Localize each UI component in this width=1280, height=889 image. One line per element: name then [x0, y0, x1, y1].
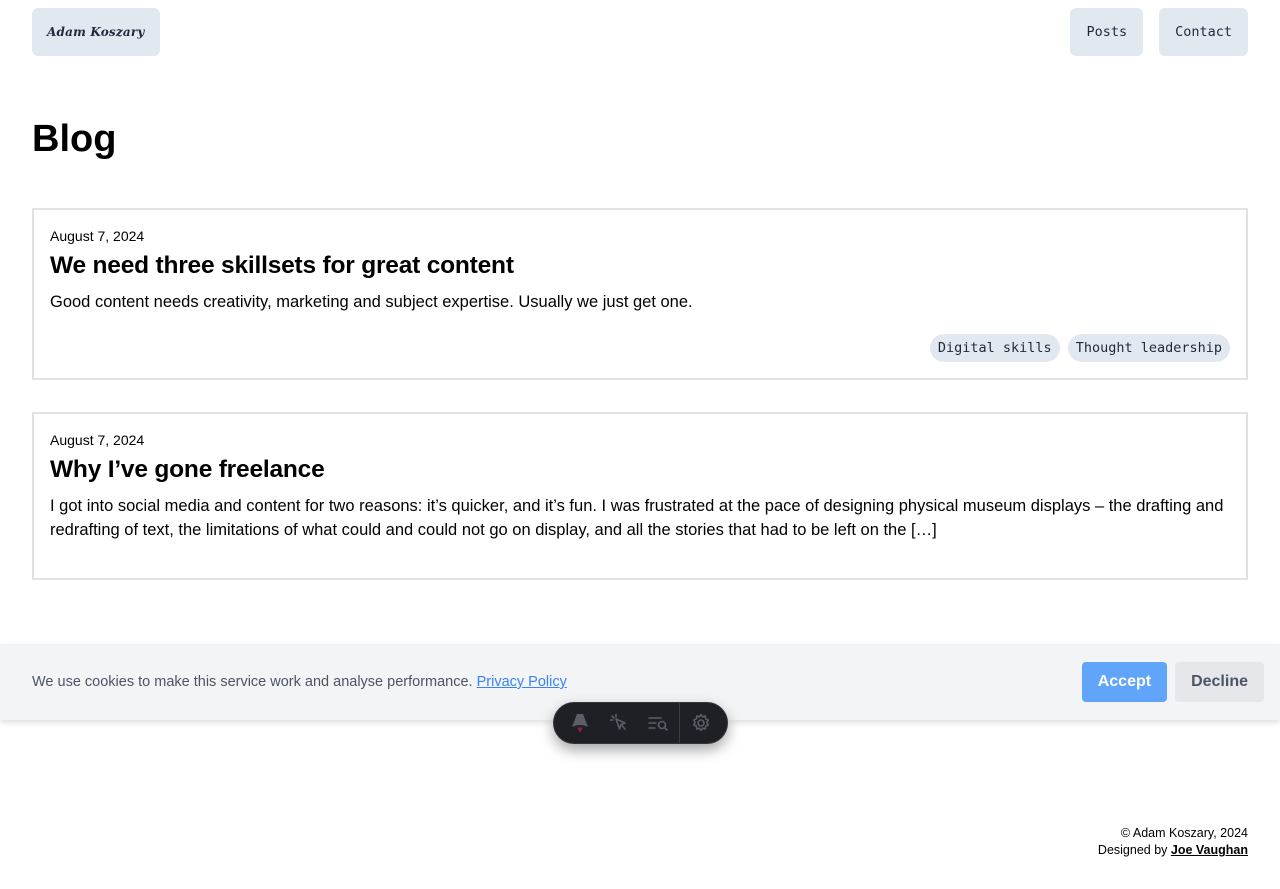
toolbar-divider — [679, 703, 680, 743]
tag-thought-leadership[interactable]: Thought leadership — [1067, 334, 1230, 362]
post-card[interactable]: August 7, 2024 We need three skillsets f… — [32, 208, 1248, 380]
decline-cookies-button[interactable]: Decline — [1175, 662, 1264, 702]
post-tags: Digital skills Thought leadership — [929, 334, 1230, 362]
cookie-actions: Accept Decline — [1081, 662, 1264, 702]
designer-link[interactable]: Joe Vaughan — [1171, 843, 1248, 857]
site-header: Adam Koszary Posts Contact — [32, 8, 1248, 56]
post-date: August 7, 2024 — [50, 228, 145, 244]
cookie-message-container: We use cookies to make this service work… — [32, 674, 1082, 690]
site-logo-button[interactable]: Adam Koszary — [32, 8, 160, 56]
post-date: August 7, 2024 — [50, 432, 145, 448]
designed-by-line: Designed by Joe Vaughan — [1098, 842, 1248, 859]
inspect-cursor-icon[interactable] — [599, 703, 638, 743]
tag-digital-skills[interactable]: Digital skills — [929, 334, 1060, 362]
cookie-message: We use cookies to make this service work… — [32, 674, 477, 690]
privacy-policy-link[interactable]: Privacy Policy — [477, 674, 567, 690]
accept-cookies-button[interactable]: Accept — [1081, 662, 1168, 702]
copyright-text: © Adam Koszary, 2024 — [1120, 826, 1248, 840]
dev-toolbar — [553, 702, 728, 744]
site-footer: © Adam Koszary, 2024 Designed by Joe Vau… — [1098, 825, 1248, 859]
astro-logo-icon[interactable] — [560, 703, 599, 743]
audit-list-search-icon[interactable] — [638, 703, 677, 743]
page-title: Blog — [32, 118, 117, 160]
post-card[interactable]: August 7, 2024 Why I’ve gone freelance I… — [32, 412, 1248, 580]
nav-posts-button[interactable]: Posts — [1070, 8, 1144, 56]
nav-contact-button[interactable]: Contact — [1159, 8, 1248, 56]
main-nav: Posts Contact — [1070, 8, 1248, 56]
designed-by-prefix: Designed by — [1097, 843, 1171, 857]
post-excerpt: I got into social media and content for … — [50, 497, 1224, 539]
post-title[interactable]: Why I’ve gone freelance — [50, 456, 1230, 484]
gear-icon[interactable] — [682, 703, 721, 743]
post-excerpt: Good content needs creativity, marketing… — [50, 293, 693, 311]
post-title[interactable]: We need three skillsets for great conten… — [50, 252, 1230, 280]
